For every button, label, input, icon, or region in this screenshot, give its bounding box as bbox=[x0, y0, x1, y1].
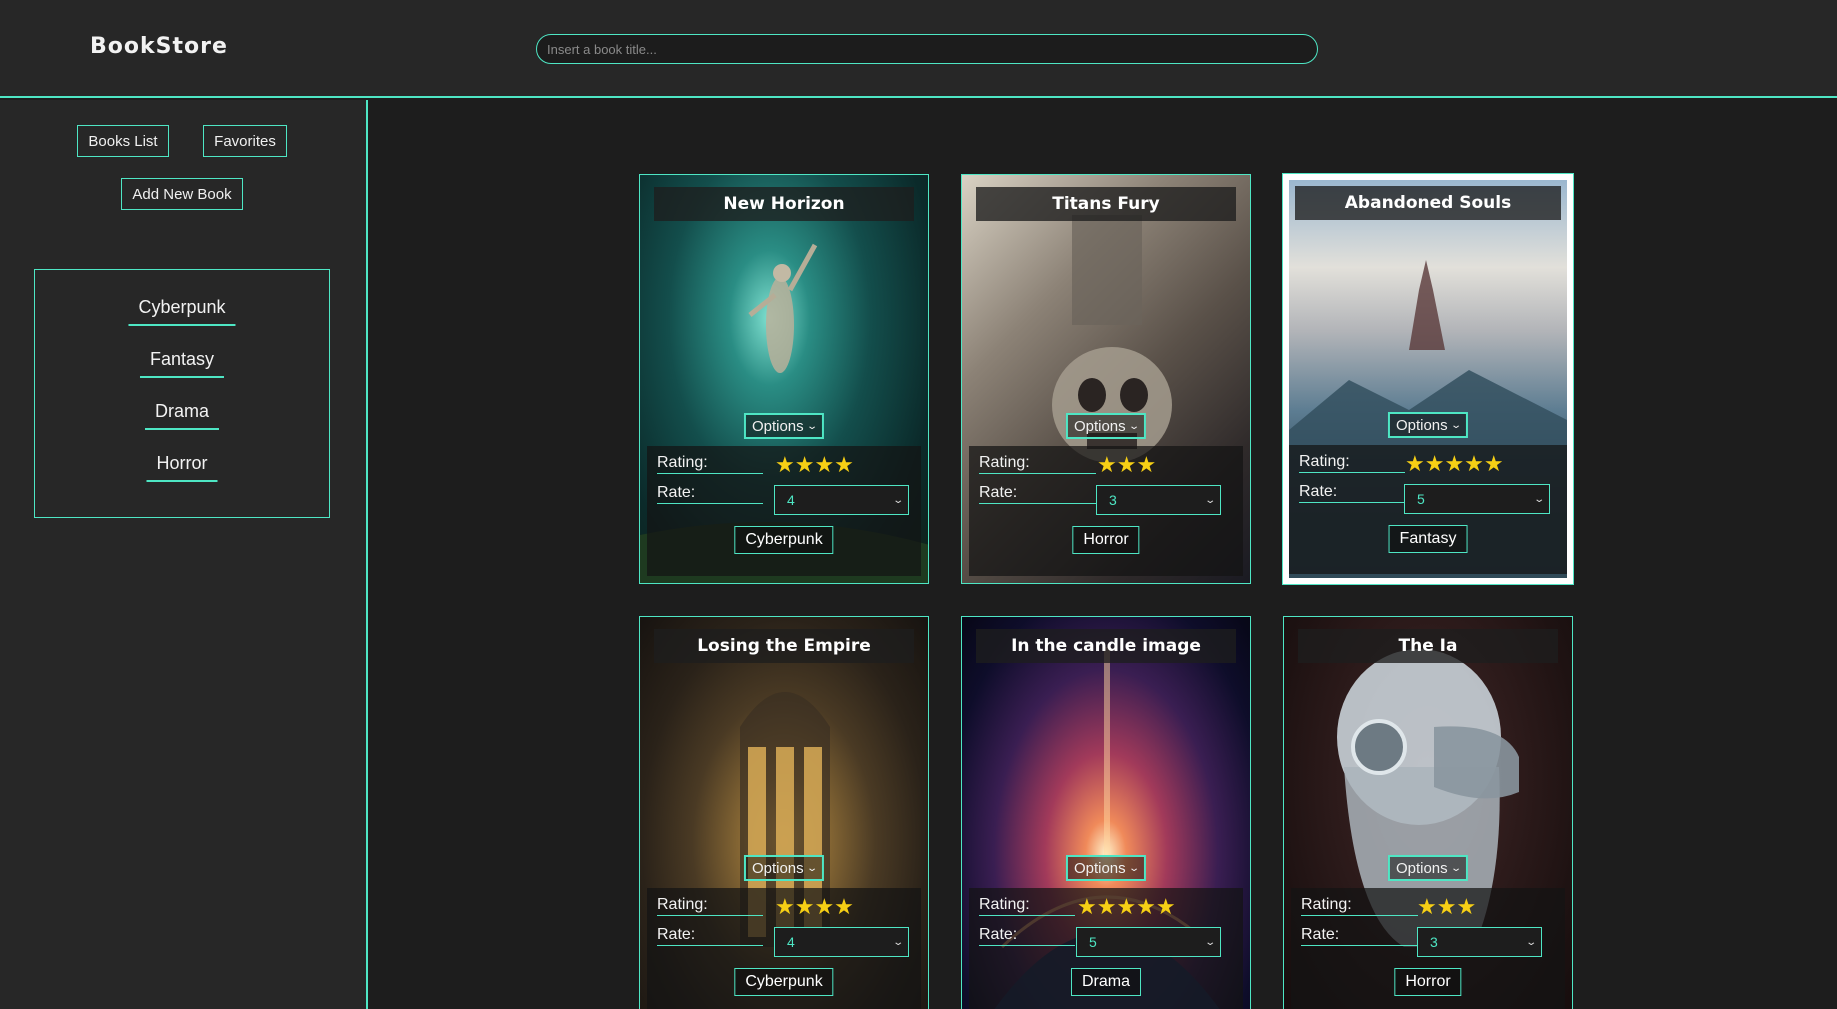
book-info-panel: Rating: ★★★ Rate: 3 ⌄ Horror bbox=[969, 446, 1243, 576]
chevron-down-icon: ⌄ bbox=[1449, 419, 1462, 431]
rating-stars: ★★★★ bbox=[775, 452, 854, 477]
add-new-book-button[interactable]: Add New Book bbox=[121, 178, 243, 210]
books-list-button[interactable]: Books List bbox=[77, 125, 169, 157]
rate-select[interactable]: 3 ⌄ bbox=[1096, 485, 1221, 515]
rate-select[interactable]: 5 ⌄ bbox=[1076, 927, 1221, 957]
rating-stars: ★★★★ bbox=[775, 894, 854, 919]
options-label: Options bbox=[1395, 416, 1448, 434]
chevron-down-icon: ⌄ bbox=[1127, 420, 1140, 432]
options-dropdown[interactable]: Options ⌄ bbox=[1065, 413, 1147, 439]
rating-label: Rating: bbox=[657, 454, 763, 474]
chevron-down-icon: ⌄ bbox=[805, 420, 818, 432]
rate-select[interactable]: 4 ⌄ bbox=[774, 927, 909, 957]
genre-link-drama[interactable]: Drama bbox=[144, 401, 220, 430]
rate-value: 3 bbox=[1109, 492, 1117, 508]
options-label: Options bbox=[751, 859, 804, 877]
rating-stars: ★★★★★ bbox=[1077, 894, 1176, 919]
favorites-button[interactable]: Favorites bbox=[203, 125, 287, 157]
rating-label: Rating: bbox=[979, 896, 1075, 916]
options-label: Options bbox=[1073, 417, 1126, 435]
rate-label: Rate: bbox=[657, 484, 763, 504]
book-card[interactable]: New Horizon Options ⌄ Rating: ★★★★ Rate:… bbox=[639, 174, 929, 584]
rating-stars: ★★★★★ bbox=[1405, 451, 1504, 476]
book-title: Titans Fury bbox=[976, 187, 1236, 221]
sidebar: Books List Favorites Add New Book Cyberp… bbox=[0, 100, 368, 1009]
rate-value: 5 bbox=[1089, 934, 1097, 950]
rate-label: Rate: bbox=[657, 926, 763, 946]
genre-tag[interactable]: Horror bbox=[1072, 526, 1140, 554]
book-title: Abandoned Souls bbox=[1295, 186, 1561, 220]
brand-logo[interactable]: BookStore bbox=[90, 34, 228, 59]
chevron-down-icon: ⌄ bbox=[891, 494, 904, 506]
options-dropdown[interactable]: Options ⌄ bbox=[743, 413, 825, 439]
rate-select[interactable]: 4 ⌄ bbox=[774, 485, 909, 515]
rate-select[interactable]: 5 ⌄ bbox=[1404, 484, 1550, 514]
rating-stars: ★★★ bbox=[1417, 894, 1477, 919]
book-card[interactable]: Losing the Empire Options ⌄ Rating: ★★★★… bbox=[639, 616, 929, 1009]
book-info-panel: Rating: ★★★★★ Rate: 5 ⌄ Drama bbox=[969, 888, 1243, 1009]
book-card[interactable]: Titans Fury Options ⌄ Rating: ★★★ Rate: … bbox=[961, 174, 1251, 584]
options-label: Options bbox=[1073, 859, 1126, 877]
book-title: In the candle image bbox=[976, 629, 1236, 663]
book-info-panel: Rating: ★★★★ Rate: 4 ⌄ Cyberpunk bbox=[647, 888, 921, 1009]
genre-list: Cyberpunk Fantasy Drama Horror bbox=[34, 269, 330, 518]
options-dropdown[interactable]: Options ⌄ bbox=[743, 855, 825, 881]
rate-label: Rate: bbox=[979, 926, 1075, 946]
rate-value: 5 bbox=[1417, 491, 1425, 507]
rate-value: 3 bbox=[1430, 934, 1438, 950]
options-label: Options bbox=[751, 417, 804, 435]
rate-value: 4 bbox=[787, 934, 795, 950]
rating-label: Rating: bbox=[979, 454, 1096, 474]
chevron-down-icon: ⌄ bbox=[1524, 936, 1537, 948]
rating-label: Rating: bbox=[1301, 896, 1418, 916]
genre-link-fantasy[interactable]: Fantasy bbox=[139, 349, 225, 378]
rating-label: Rating: bbox=[657, 896, 763, 916]
rate-label: Rate: bbox=[979, 484, 1096, 504]
header: BookStore bbox=[0, 0, 1837, 98]
book-card[interactable]: The Ia Options ⌄ Rating: ★★★ Rate: 3 ⌄ H… bbox=[1283, 616, 1573, 1009]
options-dropdown[interactable]: Options ⌄ bbox=[1065, 855, 1147, 881]
genre-tag[interactable]: Horror bbox=[1394, 968, 1462, 996]
chevron-down-icon: ⌄ bbox=[1127, 862, 1140, 874]
options-dropdown[interactable]: Options ⌄ bbox=[1387, 855, 1469, 881]
genre-link-horror[interactable]: Horror bbox=[146, 453, 218, 482]
options-dropdown[interactable]: Options ⌄ bbox=[1387, 412, 1469, 438]
rate-select[interactable]: 3 ⌄ bbox=[1417, 927, 1542, 957]
chevron-down-icon: ⌄ bbox=[1449, 862, 1462, 874]
genre-tag[interactable]: Drama bbox=[1070, 968, 1142, 996]
genre-tag[interactable]: Fantasy bbox=[1388, 525, 1468, 553]
chevron-down-icon: ⌄ bbox=[1203, 494, 1216, 506]
rating-stars: ★★★ bbox=[1097, 452, 1157, 477]
chevron-down-icon: ⌄ bbox=[1532, 493, 1545, 505]
book-title: Losing the Empire bbox=[654, 629, 914, 663]
book-info-panel: Rating: ★★★★ Rate: 4 ⌄ Cyberpunk bbox=[647, 446, 921, 576]
genre-tag[interactable]: Cyberpunk bbox=[734, 968, 834, 996]
book-info-panel: Rating: ★★★ Rate: 3 ⌄ Horror bbox=[1291, 888, 1565, 1009]
book-card[interactable]: In the candle image Options ⌄ Rating: ★★… bbox=[961, 616, 1251, 1009]
rate-label: Rate: bbox=[1299, 483, 1405, 503]
genre-tag[interactable]: Cyberpunk bbox=[734, 526, 834, 554]
search-input[interactable] bbox=[536, 34, 1318, 64]
rate-value: 4 bbox=[787, 492, 795, 508]
rate-label: Rate: bbox=[1301, 926, 1418, 946]
options-label: Options bbox=[1395, 859, 1448, 877]
genre-link-cyberpunk[interactable]: Cyberpunk bbox=[128, 297, 236, 326]
book-title: The Ia bbox=[1298, 629, 1558, 663]
book-title: New Horizon bbox=[654, 187, 914, 221]
rating-label: Rating: bbox=[1299, 453, 1405, 473]
book-card-selected[interactable]: Abandoned Souls Options ⌄ Rating: ★★★★★ … bbox=[1282, 173, 1574, 585]
chevron-down-icon: ⌄ bbox=[805, 862, 818, 874]
book-info-panel: Rating: ★★★★★ Rate: 5 ⌄ Fantasy bbox=[1289, 445, 1567, 574]
chevron-down-icon: ⌄ bbox=[891, 936, 904, 948]
chevron-down-icon: ⌄ bbox=[1203, 936, 1216, 948]
